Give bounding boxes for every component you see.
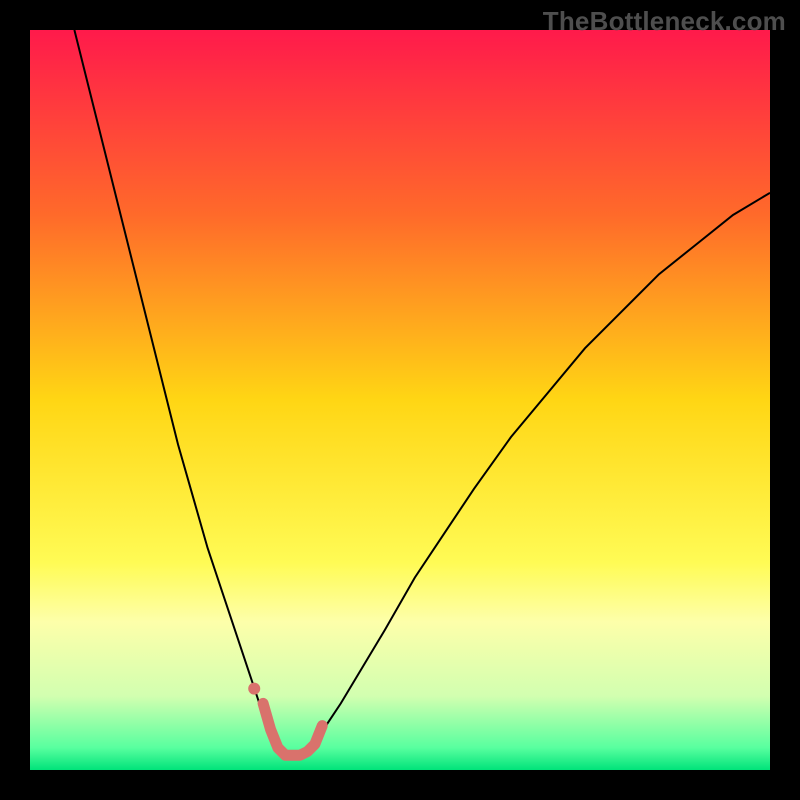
chart-frame: TheBottleneck.com: [0, 0, 800, 800]
chart-svg: [30, 30, 770, 770]
plot-area: [30, 30, 770, 770]
annotation-layer: [248, 683, 260, 695]
background-gradient: [30, 30, 770, 770]
annotation-dot: [248, 683, 260, 695]
watermark-text: TheBottleneck.com: [543, 6, 786, 37]
